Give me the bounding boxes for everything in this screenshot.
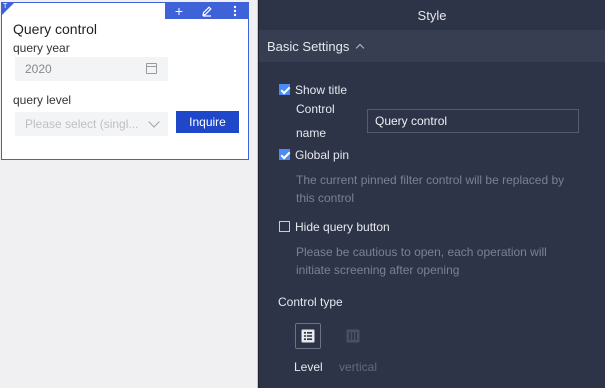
panel-title: Style (417, 7, 447, 23)
query-control-widget[interactable]: T + Query control query year 2020 query … (1, 2, 249, 160)
widget-title: Query control (13, 21, 98, 37)
chevron-down-icon (148, 116, 160, 128)
query-level-select[interactable]: Please select (singl... (15, 112, 168, 136)
hide-query-help-line2: initiate screening after opening (296, 263, 460, 277)
more-vertical-icon[interactable] (225, 3, 245, 19)
calendar-icon (146, 63, 157, 74)
control-type-vertical-option[interactable] (340, 323, 366, 349)
control-name-label-line2: name (296, 126, 327, 140)
hide-query-button-label: Hide query button (295, 220, 390, 234)
inquire-button[interactable]: Inquire (176, 111, 239, 133)
control-name-input[interactable] (367, 109, 579, 133)
basic-settings-header[interactable]: Basic Settings (259, 30, 605, 62)
filter-type-icon: T (3, 3, 8, 10)
query-year-label: query year (13, 41, 70, 55)
pencil-icon[interactable] (197, 3, 217, 19)
basic-settings-label: Basic Settings (267, 38, 350, 54)
global-pin-help-line1: The current pinned filter control will b… (296, 173, 565, 187)
global-pin-checkbox[interactable] (279, 149, 290, 160)
chevron-up-icon (356, 43, 365, 52)
vertical-layout-icon (346, 329, 360, 343)
control-type-level-option[interactable] (295, 323, 321, 349)
control-name-label-line1: Control (296, 102, 335, 116)
show-title-label: Show title (295, 83, 348, 97)
show-title-checkbox[interactable] (279, 84, 290, 95)
query-year-input[interactable]: 2020 (15, 57, 168, 81)
query-level-placeholder: Please select (singl... (25, 117, 139, 131)
hide-query-button-checkbox[interactable] (279, 221, 290, 232)
dashboard-canvas[interactable]: T + Query control query year 2020 query … (0, 0, 258, 388)
control-type-level-label[interactable]: Level (294, 360, 323, 374)
global-pin-label: Global pin (295, 148, 350, 162)
widget-toolbar: + (165, 2, 249, 19)
query-year-value: 2020 (25, 62, 52, 76)
global-pin-help-line2: this control (296, 191, 355, 205)
plus-icon[interactable]: + (169, 3, 189, 19)
query-level-label: query level (13, 93, 72, 107)
level-list-icon (301, 329, 315, 343)
style-panel: Style Basic Settings Show title Control … (258, 0, 605, 388)
control-type-label: Control type (278, 295, 343, 309)
hide-query-help-line1: Please be cautious to open, each operati… (296, 245, 547, 259)
control-type-vertical-label[interactable]: vertical (339, 360, 377, 374)
